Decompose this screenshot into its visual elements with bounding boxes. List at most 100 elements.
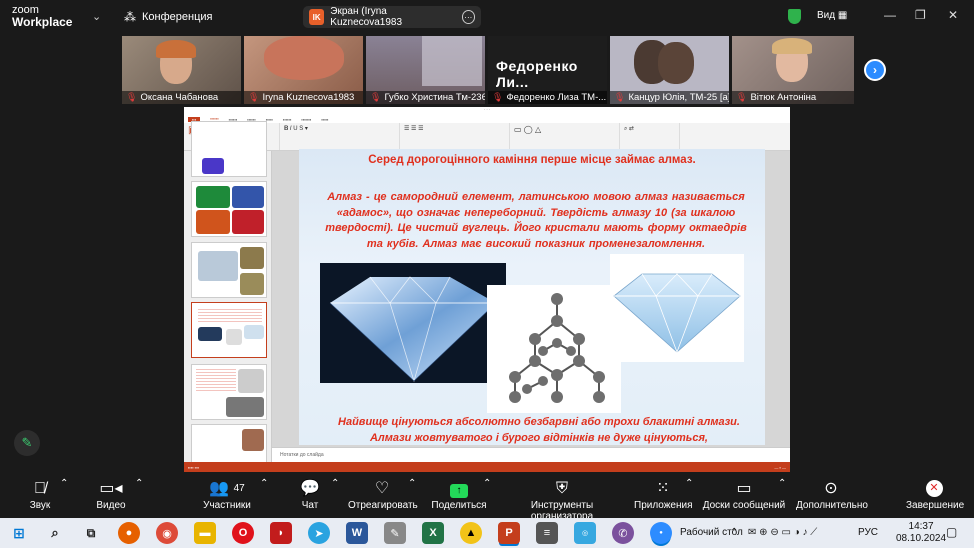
opera-icon[interactable]: O: [232, 522, 254, 544]
zoom-taskbar-icon[interactable]: ●: [650, 522, 672, 544]
file-explorer-icon[interactable]: ▬: [194, 522, 216, 544]
participants-icon: 👥: [209, 480, 230, 497]
restore-icon[interactable]: ❐: [915, 8, 926, 22]
app-icon[interactable]: ◗: [270, 522, 292, 544]
gem-image: [196, 210, 230, 234]
time: 14:37: [908, 521, 934, 532]
chat-button[interactable]: 💬 Чат: [296, 478, 324, 511]
slide-bottom-text: Найвище цінуються абсолютно безбарвні аб…: [338, 416, 740, 444]
video-options-caret[interactable]: ⌃: [135, 478, 143, 489]
audio-button[interactable]: 🎙̸ Звук: [24, 478, 56, 511]
mic-off-icon: 🎙: [370, 92, 382, 102]
participants-options-caret[interactable]: ⌃: [260, 478, 268, 489]
meeting-info[interactable]: ⁂ Конференция: [124, 10, 212, 24]
participants-count: 47: [233, 483, 245, 494]
tray-icons[interactable]: ✉ ⊕ ⊖ ▭ ◑ ♪ ⟋: [748, 527, 817, 538]
next-page-button[interactable]: ›: [864, 59, 886, 81]
notifications-icon[interactable]: ▢: [946, 525, 957, 539]
telegram-icon[interactable]: ➤: [308, 522, 330, 544]
viber-icon[interactable]: ✆: [612, 522, 634, 544]
word-icon[interactable]: W: [346, 522, 368, 544]
participant-tile[interactable]: Федоренко Ли... 🎙 Федоренко Лиза ТМ-...: [488, 36, 607, 104]
windows-start-icon[interactable]: ⊞: [8, 522, 30, 544]
participant-tile[interactable]: 🎙 Вітюк Антоніна: [732, 36, 854, 104]
pen-tool-icon[interactable]: ✎: [384, 522, 406, 544]
apps-options-caret[interactable]: ⌃: [685, 478, 693, 489]
zoom-logo: zoom Workplace: [12, 4, 73, 29]
excel-icon[interactable]: X: [422, 522, 444, 544]
font-controls: 𝐁 𝐼 U S ▾: [284, 126, 308, 132]
react-options-caret[interactable]: ⌃: [408, 478, 416, 489]
chat-icon: 💬: [300, 480, 320, 497]
more-icon[interactable]: ···: [461, 10, 476, 24]
annotate-pen-button[interactable]: ✎: [14, 430, 40, 456]
app-icon[interactable]: ◎: [574, 522, 596, 544]
chevron-down-icon[interactable]: ⌄: [92, 10, 101, 23]
close-icon[interactable]: ✕: [948, 8, 958, 22]
slide-thumbnails: [184, 121, 272, 472]
app-icon[interactable]: ≡: [536, 522, 558, 544]
thumb-text: [196, 369, 236, 393]
mic-off-icon: 🎙: [736, 92, 748, 102]
close-icon: ✕: [925, 480, 943, 498]
editing-controls: ⌕ ⇄: [624, 126, 635, 132]
app-icon[interactable]: ▲: [460, 522, 482, 544]
host-tools-button[interactable]: ⛨ Инструменты организатора: [500, 478, 624, 522]
language-indicator[interactable]: РУС: [858, 527, 878, 538]
participant-tile[interactable]: 🎙 Оксана Чабанова: [122, 36, 241, 104]
participant-tile[interactable]: 🎙 Губко Христина Тм-236: [366, 36, 485, 104]
hair: [264, 36, 344, 80]
slide-canvas[interactable]: Серед дорогоцінного каміння перше місце …: [299, 149, 765, 445]
shield-icon: ⛨: [555, 480, 568, 497]
zoom-slider[interactable]: — ▪ —: [774, 465, 786, 470]
ppt-ribbon: ▣ ▤ 𝐁 𝐼 U S ▾ ☰ ☰ ☰ ▭ ◯ △ ⌕ ⇄: [184, 123, 790, 151]
chevron-right-icon: ›: [873, 63, 877, 77]
end-meeting-button[interactable]: ✕ Завершение: [906, 478, 964, 511]
participant-tile-active[interactable]: 🎙 Iryna Kuznecova1983: [244, 36, 363, 104]
firefox-icon[interactable]: ●: [118, 522, 140, 544]
screen-share-label: Экран (Iryna Kuznecova1983: [330, 6, 403, 28]
screen-share-pill[interactable]: IK Экран (Iryna Kuznecova1983 ···: [303, 6, 481, 28]
whiteboards-options-caret[interactable]: ⌃: [778, 478, 786, 489]
more-icon: ⊙: [824, 480, 838, 497]
whiteboards-button[interactable]: ▭ Доски сообщений: [702, 478, 786, 511]
audio-options-caret[interactable]: ⌃: [60, 478, 68, 489]
more-button[interactable]: ⊙ Дополнительно: [796, 478, 868, 511]
clock[interactable]: 14:37 08.10.2024: [896, 521, 946, 545]
task-view-icon[interactable]: ⧉: [80, 522, 102, 544]
react-button[interactable]: ♡ Отреагировать: [348, 478, 418, 511]
share-options-caret[interactable]: ⌃: [483, 478, 491, 489]
tray-overflow-icon[interactable]: ⌃: [730, 527, 738, 538]
view-button[interactable]: Вид ▦: [817, 10, 847, 21]
diamond-photo: [320, 263, 506, 383]
apps-button[interactable]: ⁙ Приложения: [634, 478, 693, 511]
slide-thumbnail-selected[interactable]: [191, 302, 267, 358]
slide-thumbnail[interactable]: [191, 121, 267, 177]
slide-thumbnail[interactable]: [191, 181, 267, 237]
people-icon: ⁂: [124, 10, 136, 24]
slide-thumbnail[interactable]: [191, 242, 267, 298]
participant-strip: 🎙 Оксана Чабанова 🎙 Iryna Kuznecova1983 🎙 Г…: [122, 36, 854, 104]
video-button[interactable]: ▭◂ Видео: [93, 478, 129, 511]
participant-name-large: Федоренко Ли...: [496, 58, 578, 90]
whiteboard-icon: ▭: [736, 480, 752, 497]
chrome-icon[interactable]: ◉: [156, 522, 178, 544]
slide-thumbnail[interactable]: [191, 364, 267, 420]
chat-options-caret[interactable]: ⌃: [331, 478, 339, 489]
security-shield-icon[interactable]: [788, 9, 801, 24]
slide-notes[interactable]: Нотатки до слайда: [272, 447, 790, 462]
participant-tile[interactable]: 🎙 Канцур Юлія, ТМ-25 [а]: [610, 36, 729, 104]
heart-icon: ♡: [374, 480, 390, 497]
share-screen-button[interactable]: ↑ Поделиться: [430, 478, 488, 511]
powerpoint-icon[interactable]: P: [498, 522, 520, 544]
gem-image: [242, 429, 264, 451]
slide-heading: Серед дорогоцінного каміння перше місце …: [368, 154, 696, 166]
hair: [658, 42, 694, 84]
minimize-icon[interactable]: —: [884, 8, 896, 22]
participants-button[interactable]: 👥 47 Участники: [200, 478, 254, 511]
gem-image: [244, 325, 264, 339]
mic-off-icon: 🎙: [492, 92, 504, 102]
search-icon[interactable]: ⌕: [44, 522, 66, 544]
gem-image: [226, 329, 242, 345]
ppt-tab: ▪▪▪▪▪▪▪: [301, 116, 312, 122]
